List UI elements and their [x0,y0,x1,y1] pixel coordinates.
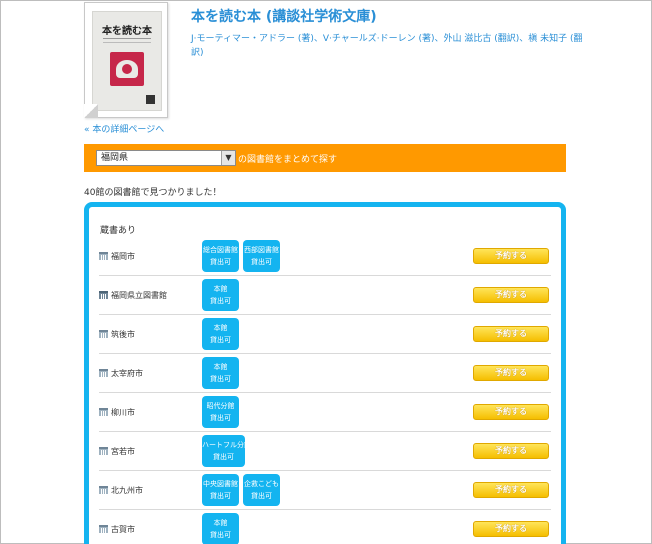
branch-status-badge[interactable]: 昭代分館 貸出可 [202,396,239,428]
cover-image: 本を読む本 [92,11,162,111]
library-row: 柳川市 昭代分館貸出可 予約する [99,393,551,432]
reserve-button[interactable]: 予約する [473,521,549,537]
prefecture-selected-value: 福岡県 [101,153,129,163]
branch-status: 貸出可 [210,531,231,539]
branch-name: ハートフル分館 [202,441,245,449]
branch-name: 昭代分館 [206,402,235,410]
library-building-icon [99,408,108,416]
library-row: 北九州市 中央図書館 貸出可 企救こども 貸出可 予約する [99,471,551,510]
branch-status-badge[interactable]: 企救こども 貸出可 [243,474,280,506]
library-row: 福岡市 総合図書館 貸出可 西部図書館 貸出可 予約する [99,237,551,276]
branch-list: 昭代分館 貸出可 [202,396,239,428]
branch-name: 本館 [213,285,228,293]
branch-name: 西部図書館 [244,246,279,254]
reserve-button[interactable]: 予約する [473,404,549,420]
branch-list: 本館 貸出可 [202,318,239,350]
library-name[interactable]: 福岡県立図書館 [99,276,167,314]
library-row: 古賀市 本館貸出可 予約する [99,510,551,544]
cover-rule [103,42,151,43]
branch-status-badge[interactable]: 中央図書館 貸出可 [202,474,239,506]
branch-name: 本館 [213,519,228,527]
branch-status-badge[interactable]: 本館 貸出可 [202,513,239,544]
library-building-icon [99,525,108,533]
list-heading: 蔵書あり [100,226,137,236]
branch-list: 中央図書館 貸出可 企救こども 貸出可 [202,474,280,506]
branch-list: ハートフル分館貸出可 [202,435,245,467]
branch-status-badge[interactable]: 本館 貸出可 [202,318,239,350]
branch-list: 総合図書館 貸出可 西部図書館 貸出可 [202,240,280,272]
branch-status-badge[interactable]: ハートフル分館貸出可 [202,435,245,467]
library-name-label: 北九州市 [111,485,143,495]
branch-list: 本館 貸出可 [202,279,239,311]
reserve-button[interactable]: 予約する [473,287,549,303]
book-title-link[interactable]: 本を読む本 (講談社学術文庫) [191,6,377,26]
library-building-icon [99,447,108,455]
branch-status: 貸出可 [210,258,231,266]
branch-status-badge[interactable]: 本館 貸出可 [202,279,239,311]
branch-status: 貸出可 [251,492,272,500]
branch-name: 本館 [213,324,228,332]
library-list: 蔵書あり 福岡市 総合図書館 貸出可 西部図書館 貸出可 予約する 福岡県立図書館 本館 貸出可… [84,202,566,544]
library-building-icon [99,486,108,494]
library-row: 宮若市 ハートフル分館貸出可 予約する [99,432,551,471]
book-cover[interactable]: 本を読む本 [84,2,168,118]
branch-status: 貸出可 [251,258,272,266]
branch-name: 企救こども [244,480,279,488]
publisher-logo-icon [146,95,155,104]
branch-list: 本館 貸出可 [202,513,239,544]
branch-status: 貸出可 [213,453,234,461]
prefecture-bar: 福岡県 ▼ の図書館をまとめて探す [84,144,566,172]
reserve-button[interactable]: 予約する [473,248,549,264]
library-name-label: 福岡県立図書館 [111,290,167,300]
result-message: 40館の図書館で見つかりました！ [84,188,222,198]
library-building-icon [99,291,108,299]
library-name[interactable]: 古賀市 [99,510,135,544]
library-row: 太宰府市 本館貸出可 予約する [99,354,551,393]
reserve-button[interactable]: 予約する [473,326,549,342]
cover-rule [103,38,151,39]
library-name-label: 柳川市 [111,407,135,417]
reserve-button[interactable]: 予約する [473,443,549,459]
library-name-label: 太宰府市 [111,368,143,378]
chevron-down-icon[interactable]: ▼ [221,151,235,165]
cover-illustration [110,52,144,86]
branch-status-badge[interactable]: 本館 貸出可 [202,357,239,389]
branch-list: 本館 貸出可 [202,357,239,389]
library-building-icon [99,252,108,260]
prefecture-select[interactable]: 福岡県 ▼ [96,150,236,166]
library-name-label: 古賀市 [111,524,135,534]
detail-page-link[interactable]: « 本の詳細ページへ [84,122,164,135]
library-building-icon [99,330,108,338]
prefecture-caption: の図書館をまとめて探す [238,155,338,165]
branch-status-badge[interactable]: 西部図書館 貸出可 [243,240,280,272]
library-name[interactable]: 太宰府市 [99,354,143,392]
library-name[interactable]: 宮若市 [99,432,135,470]
library-name[interactable]: 柳川市 [99,393,135,431]
branch-name: 本館 [213,363,228,371]
branch-status: 貸出可 [210,297,231,305]
library-row: 福岡県立図書館 本館貸出可 予約する [99,276,551,315]
branch-status: 貸出可 [210,492,231,500]
library-name-label: 宮若市 [111,446,135,456]
branch-status: 貸出可 [210,414,231,422]
library-row: 筑後市 本館貸出可 予約する [99,315,551,354]
branch-status: 貸出可 [210,336,231,344]
branch-name: 中央図書館 [203,480,238,488]
book-authors[interactable]: J·モーティマー・アドラー (著)、V·チャールズ·ドーレン (著)、外山 滋比… [191,32,591,60]
branch-status: 貸出可 [210,375,231,383]
reserve-button[interactable]: 予約する [473,482,549,498]
library-name[interactable]: 北九州市 [99,471,143,509]
library-building-icon [99,369,108,377]
cover-title: 本を読む本 [102,26,152,37]
page-curl-icon [84,104,98,118]
library-name-label: 筑後市 [111,329,135,339]
library-name-label: 福岡市 [111,251,135,261]
branch-status-badge[interactable]: 総合図書館 貸出可 [202,240,239,272]
library-name[interactable]: 筑後市 [99,315,135,353]
library-name[interactable]: 福岡市 [99,237,135,275]
reserve-button[interactable]: 予約する [473,365,549,381]
branch-name: 総合図書館 [203,246,238,254]
